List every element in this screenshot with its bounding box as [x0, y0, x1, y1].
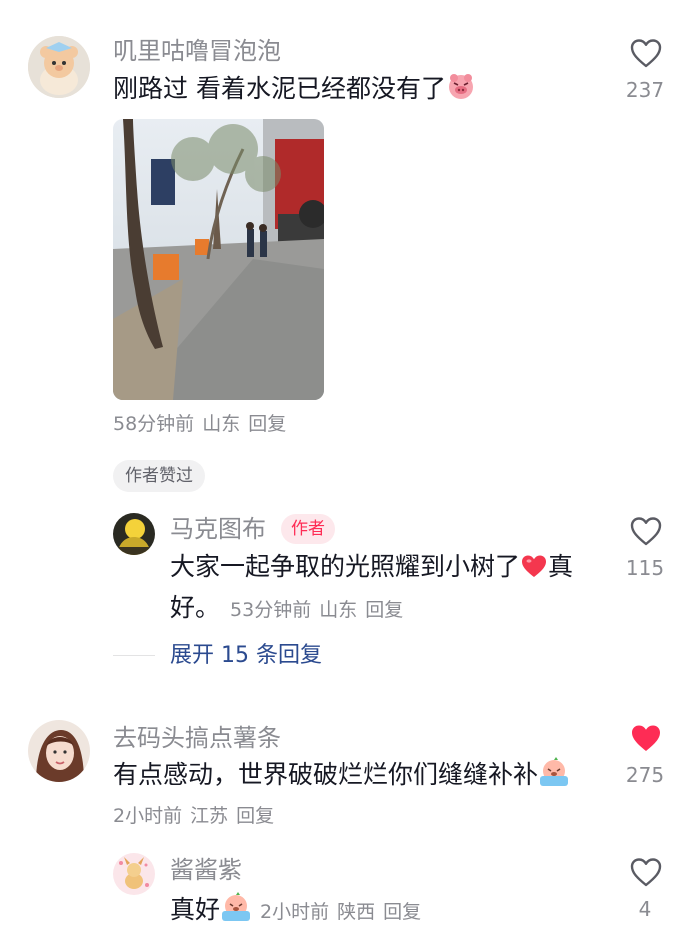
reply-time: 2小时前	[260, 901, 330, 923]
comment-meta: 2小时前 江苏 回复	[113, 802, 282, 830]
heart-icon[interactable]	[630, 516, 662, 550]
comment-meta: 58分钟前 山东 回复	[113, 410, 294, 438]
author-badge: 作者	[281, 514, 335, 544]
avatar[interactable]	[113, 853, 155, 895]
author-liked-tag: 作者赞过	[113, 460, 205, 492]
reply-text-end: 真	[548, 552, 574, 581]
divider	[113, 655, 155, 656]
comment-text-content: 有点感动，世界破破烂烂你们缝缝补补	[113, 760, 539, 789]
reply-button[interactable]: 回复	[236, 805, 274, 827]
reply-text-content: 大家一起争取的光照耀到小树了	[170, 552, 521, 581]
heart-icon[interactable]	[630, 38, 662, 72]
crying-emoji-icon	[538, 757, 570, 797]
reply-text-row: 真好 2小时前 陕西 回复	[170, 892, 421, 928]
pig-face-emoji-icon	[446, 71, 476, 111]
reply-button[interactable]: 回复	[365, 599, 403, 621]
heart-icon[interactable]	[630, 723, 662, 757]
reply-text-line2-row: 好。 53分钟前 山东 回复	[170, 590, 403, 626]
reply-button[interactable]: 回复	[248, 413, 286, 435]
like-count: 4	[638, 897, 652, 921]
expand-replies-button[interactable]: 展开 15 条回复	[170, 640, 322, 672]
reply-text-line1: 大家一起争取的光照耀到小树了真	[170, 549, 573, 589]
reply-username[interactable]: 酱酱紫	[170, 854, 242, 886]
avatar[interactable]	[113, 513, 155, 555]
reply-username[interactable]: 马克图布	[170, 513, 266, 545]
comment-text: 刚路过 看着水泥已经都没有了	[113, 71, 476, 111]
comment-location: 山东	[202, 413, 241, 435]
comment-username[interactable]: 叽里咕噜冒泡泡	[113, 35, 281, 67]
like-count: 237	[625, 78, 665, 102]
crying-emoji-icon	[220, 892, 252, 926]
comment-location: 江苏	[190, 805, 229, 827]
avatar[interactable]	[28, 36, 90, 98]
comment-username[interactable]: 去码头搞点薯条	[113, 722, 281, 754]
like-count: 275	[625, 763, 665, 787]
comment-text: 有点感动，世界破破烂烂你们缝缝补补	[113, 757, 570, 797]
comment-text-content: 刚路过 看着水泥已经都没有了	[113, 74, 446, 103]
avatar[interactable]	[28, 720, 90, 782]
comment-time: 2小时前	[113, 805, 183, 827]
red-heart-icon	[520, 553, 548, 589]
comment-image[interactable]	[113, 119, 324, 400]
like-count: 115	[625, 556, 665, 580]
reply-time: 53分钟前	[230, 599, 312, 621]
heart-icon[interactable]	[630, 857, 662, 891]
reply-text-content: 真好	[170, 895, 221, 924]
reply-location: 山东	[319, 599, 358, 621]
reply-location: 陕西	[337, 901, 376, 923]
reply-button[interactable]: 回复	[383, 901, 421, 923]
reply-text-line2: 好。	[170, 593, 221, 622]
comment-time: 58分钟前	[113, 413, 195, 435]
